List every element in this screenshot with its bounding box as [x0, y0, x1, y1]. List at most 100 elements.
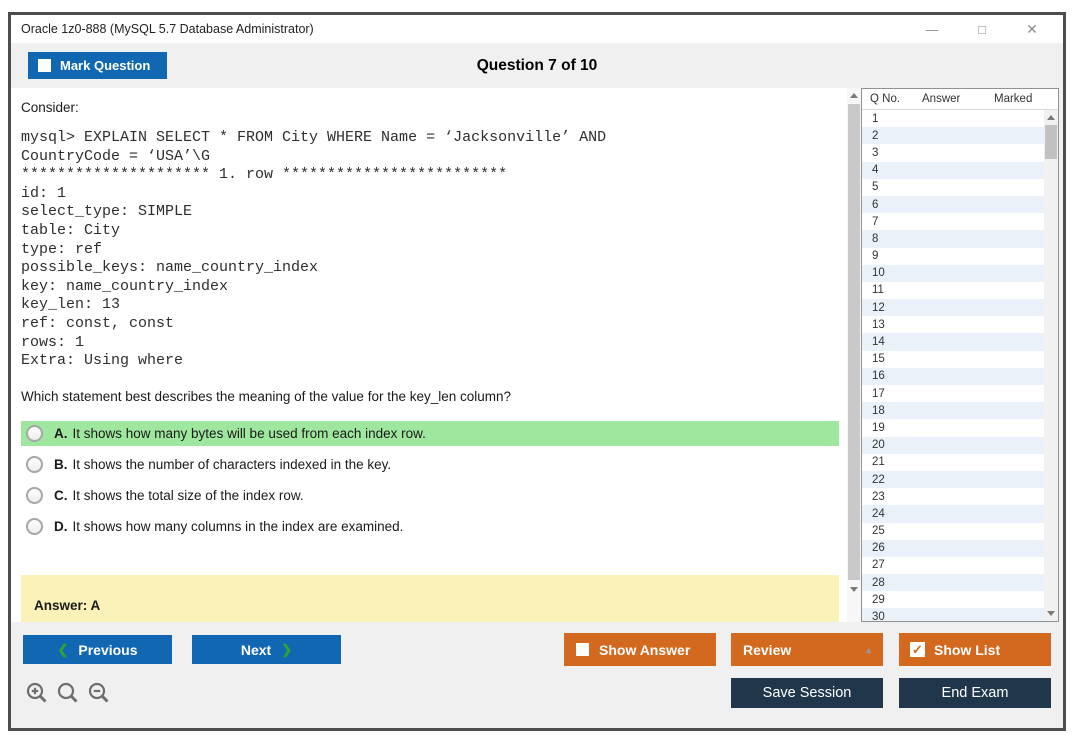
option-text: It shows how many columns in the index a…: [72, 518, 404, 534]
option-text: It shows the number of characters indexe…: [72, 456, 392, 472]
option-d[interactable]: D. It shows how many columns in the index…: [21, 514, 839, 539]
option-letter: A.: [54, 425, 68, 441]
question-list-rows: 1 2 3 4 5 6 7 8 9 10 11 12 13 14 15 16 17 18 19 20 21 22 23 24 2…: [862, 110, 1044, 621]
question-list-row[interactable]: 24: [862, 505, 1044, 523]
header-strip: Mark Question Question 7 of 10: [11, 43, 1063, 88]
review-dropdown[interactable]: Review ▲: [731, 633, 883, 666]
question-list-row[interactable]: 1: [862, 110, 1044, 128]
option-letter: D.: [54, 518, 68, 534]
content-area: Consider: mysql> EXPLAIN SELECT * FROM C…: [11, 88, 1063, 622]
zoom-out-icon[interactable]: [88, 682, 110, 704]
sidebar-scrollbar[interactable]: [1044, 110, 1058, 621]
question-panel: Consider: mysql> EXPLAIN SELECT * FROM C…: [11, 88, 861, 622]
window-title: Oracle 1z0-888 (MySQL 5.7 Database Admin…: [21, 22, 314, 36]
option-text: It shows how many bytes will be used fro…: [72, 425, 426, 441]
question-intro: Consider:: [21, 100, 79, 115]
question-list-row[interactable]: 20: [862, 436, 1044, 454]
option-letter: C.: [54, 487, 68, 503]
column-qno: Q No.: [870, 93, 901, 105]
previous-button[interactable]: ❮ Previous: [23, 635, 172, 664]
show-answer-checkbox[interactable]: [576, 643, 589, 656]
question-list-row[interactable]: 9: [862, 247, 1044, 265]
option-letter: B.: [54, 456, 68, 472]
question-list-row[interactable]: 13: [862, 316, 1044, 334]
review-label: Review: [743, 641, 792, 658]
option-c[interactable]: C. It shows the total size of the index r…: [21, 483, 839, 508]
end-exam-button[interactable]: End Exam: [899, 678, 1051, 708]
question-list-row[interactable]: 7: [862, 213, 1044, 231]
question-list-row[interactable]: 30: [862, 608, 1044, 621]
chevron-right-icon: ❯: [281, 641, 293, 657]
question-list-row[interactable]: 25: [862, 522, 1044, 540]
question-list-row[interactable]: 23: [862, 488, 1044, 506]
sidebar-scroll-down-icon[interactable]: [1044, 606, 1058, 621]
title-bar: Oracle 1z0-888 (MySQL 5.7 Database Admin…: [11, 15, 1063, 43]
radio-button-icon[interactable]: [26, 486, 43, 504]
chevron-left-icon: ❮: [57, 641, 69, 657]
show-answer-button[interactable]: Show Answer: [564, 633, 716, 666]
question-list-row[interactable]: 3: [862, 144, 1044, 162]
save-session-label: Save Session: [762, 685, 852, 701]
next-label: Next: [240, 641, 272, 658]
radio-button-icon[interactable]: [26, 517, 43, 535]
scroll-down-icon[interactable]: [847, 582, 861, 597]
maximize-icon[interactable]: □: [957, 22, 1007, 37]
question-list-row[interactable]: 10: [862, 264, 1044, 282]
save-session-button[interactable]: Save Session: [731, 678, 883, 708]
question-list-row[interactable]: 22: [862, 470, 1044, 489]
chevron-up-icon: ▲: [864, 645, 873, 655]
question-list-panel: Q No. Answer Marked 1 2 3 4 5 6 7 8 9 10 11 12 13 14 1…: [861, 88, 1059, 622]
question-list-row[interactable]: 8: [862, 230, 1044, 248]
options-list: A. It shows how many bytes will be used f…: [21, 420, 839, 539]
previous-label: Previous: [78, 641, 138, 658]
main-scrollbar[interactable]: [847, 88, 861, 622]
answer-label: Answer: A: [34, 598, 101, 613]
option-a[interactable]: A. It shows how many bytes will be used f…: [21, 420, 839, 446]
question-list-row[interactable]: 19: [862, 419, 1044, 437]
radio-button-icon[interactable]: [26, 424, 43, 442]
question-list-body: 1 2 3 4 5 6 7 8 9 10 11 12 13 14 15 16 17 18 19 20 21 22 23 24 2…: [862, 110, 1058, 621]
question-list-row[interactable]: 6: [862, 195, 1044, 214]
question-list-row[interactable]: 5: [862, 178, 1044, 196]
next-button[interactable]: Next ❯: [192, 635, 341, 664]
show-answer-label: Show Answer: [599, 641, 691, 658]
option-text: It shows the total size of the index row…: [72, 487, 304, 503]
question-list-row[interactable]: 21: [862, 453, 1044, 471]
column-answer: Answer: [922, 93, 961, 105]
question-list-row[interactable]: 2: [862, 127, 1044, 145]
window-controls: — □ ✕: [907, 15, 1057, 43]
question-counter: Question 7 of 10: [476, 56, 598, 74]
zoom-reset-icon[interactable]: [57, 682, 79, 704]
sidebar-scrollbar-thumb[interactable]: [1045, 125, 1057, 159]
column-marked: Marked: [994, 93, 1033, 105]
question-list-row[interactable]: 18: [862, 402, 1044, 420]
code-block: mysql> EXPLAIN SELECT * FROM City WHERE …: [21, 129, 607, 370]
zoom-in-icon[interactable]: [26, 682, 48, 704]
show-list-button[interactable]: ✓ Show List: [899, 633, 1051, 666]
answer-box: Answer: A: [21, 575, 839, 622]
main-scrollbar-thumb[interactable]: [848, 104, 860, 580]
question-list-row[interactable]: 29: [862, 591, 1044, 609]
question-list-row[interactable]: 27: [862, 556, 1044, 575]
question-list-row[interactable]: 4: [862, 161, 1044, 179]
show-list-label: Show List: [934, 641, 1001, 658]
question-prompt: Which statement best describes the meani…: [21, 388, 512, 404]
show-list-checkbox[interactable]: ✓: [910, 642, 925, 657]
question-list-row[interactable]: 12: [862, 299, 1044, 317]
minimize-icon[interactable]: —: [907, 22, 957, 37]
exam-window: Oracle 1z0-888 (MySQL 5.7 Database Admin…: [8, 12, 1066, 731]
question-list-row[interactable]: 26: [862, 539, 1044, 557]
question-list-row[interactable]: 14: [862, 333, 1044, 351]
question-list-row[interactable]: 15: [862, 350, 1044, 368]
question-list-row[interactable]: 17: [862, 385, 1044, 403]
sidebar-scroll-up-icon[interactable]: [1044, 110, 1058, 125]
question-list-row[interactable]: 16: [862, 367, 1044, 385]
footer-bar: ❮ Previous Next ❯ Show Answer Review ▲ ✓…: [11, 622, 1063, 728]
scroll-up-icon[interactable]: [847, 88, 861, 103]
question-list-row[interactable]: 11: [862, 281, 1044, 300]
close-icon[interactable]: ✕: [1007, 21, 1057, 38]
radio-button-icon[interactable]: [26, 455, 43, 473]
end-exam-label: End Exam: [941, 685, 1009, 701]
option-b[interactable]: B. It shows the number of characters inde…: [21, 452, 839, 477]
question-list-row[interactable]: 28: [862, 574, 1044, 592]
